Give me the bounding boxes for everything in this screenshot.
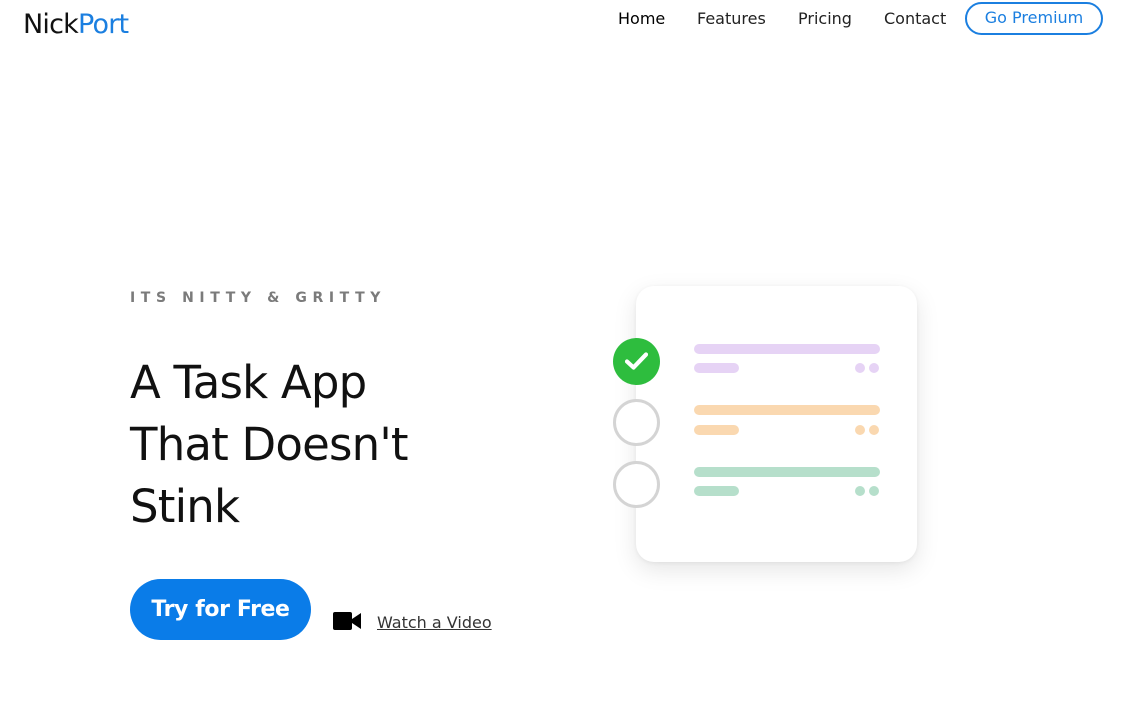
brand-logo[interactable]: NickPort bbox=[23, 8, 129, 42]
hero-headline-line: Stink bbox=[130, 480, 240, 533]
task-subtitle-placeholder bbox=[694, 425, 739, 435]
task-subtitle-placeholder bbox=[694, 486, 739, 496]
try-for-free-button[interactable]: Try for Free bbox=[130, 579, 311, 640]
task-title-placeholder bbox=[694, 344, 880, 354]
nav-pricing[interactable]: Pricing bbox=[798, 9, 852, 29]
task-card-illustration bbox=[636, 286, 917, 562]
task-dot bbox=[869, 486, 879, 496]
empty-circle-icon bbox=[613, 461, 660, 508]
hero-headline: A Task App That Doesn't Stink bbox=[130, 352, 490, 538]
nav-features[interactable]: Features bbox=[697, 9, 766, 29]
nav-contact[interactable]: Contact bbox=[884, 9, 946, 29]
task-dot bbox=[855, 486, 865, 496]
brand-logo-part1: Nick bbox=[23, 9, 79, 40]
task-dot bbox=[855, 363, 865, 373]
hero-headline-line: That Doesn't bbox=[130, 418, 409, 471]
brand-logo-part2: Port bbox=[77, 9, 129, 40]
check-icon bbox=[613, 338, 660, 385]
video-camera-icon[interactable] bbox=[333, 611, 361, 631]
task-title-placeholder bbox=[694, 405, 880, 415]
watch-video-link[interactable]: Watch a Video bbox=[377, 613, 492, 632]
nav-home[interactable]: Home bbox=[618, 9, 665, 29]
task-subtitle-placeholder bbox=[694, 363, 739, 373]
landing-page: NickPort Home Features Pricing Contact G… bbox=[0, 0, 1132, 714]
task-dot bbox=[855, 425, 865, 435]
hero-eyebrow: ITS NITTY & GRITTY bbox=[130, 290, 386, 306]
empty-circle-icon bbox=[613, 399, 660, 446]
task-dot bbox=[869, 363, 879, 373]
task-dot bbox=[869, 425, 879, 435]
task-title-placeholder bbox=[694, 467, 880, 477]
go-premium-button[interactable]: Go Premium bbox=[965, 2, 1103, 35]
hero-headline-line: A Task App bbox=[130, 356, 367, 409]
